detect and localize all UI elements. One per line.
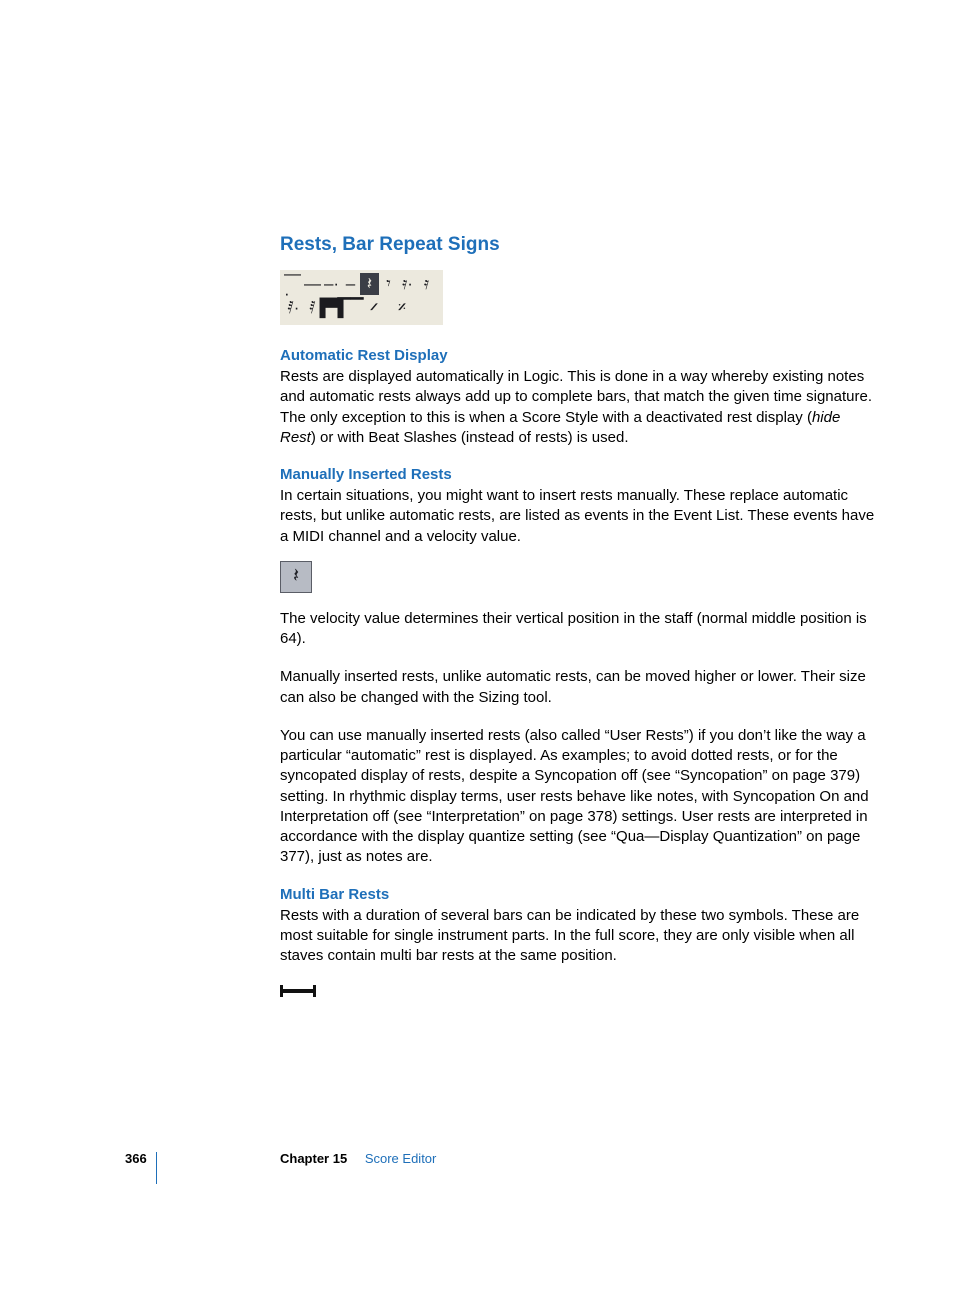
rest-palette-image: —· — –· – 𝄽 𝄾 𝄿· 𝄿 𝅀· 𝅀 ▐▀▌ ▔▔ 𝄍 𝄎 — [280, 270, 443, 325]
palette-row-2: 𝅀· 𝅀 ▐▀▌ ▔▔ 𝄍 𝄎 — [284, 297, 439, 319]
footer: 366 Chapter 15 Score Editor — [125, 1151, 875, 1166]
quarter-rest-icon: 𝄽 — [360, 273, 379, 295]
chapter-name: Score Editor — [365, 1151, 437, 1166]
half-dotted-rest-icon: –· — [322, 273, 341, 295]
sixteenth-rest-icon: 𝄿 — [417, 273, 436, 295]
whole-dotted-rest-icon: —· — [284, 273, 303, 295]
text: Rests are displayed automatically in Log… — [280, 368, 872, 426]
content-column: Rests, Bar Repeat Signs —· — –· – 𝄽 𝄾 𝄿·… — [280, 234, 875, 1016]
section-title: Rests, Bar Repeat Signs — [280, 234, 875, 256]
bar-repeat-1-icon: 𝄍 — [360, 297, 388, 319]
half-rest-icon: – — [341, 273, 360, 295]
multibar-rest-symbol-icon — [280, 984, 316, 998]
bar-repeat-2-icon: 𝄎 — [388, 297, 416, 319]
multibar-church-icon: ▔▔ — [341, 297, 360, 319]
whole-rest-icon: — — [303, 273, 322, 295]
automatic-rest-heading: Automatic Rest Display — [280, 347, 875, 364]
page-number: 366 — [125, 1151, 280, 1166]
quarter-rest-glyph: 𝄽 — [293, 565, 299, 588]
manual-rest-p4: You can use manually inserted rests (als… — [280, 726, 875, 868]
automatic-rest-paragraph: Rests are displayed automatically in Log… — [280, 367, 875, 448]
manual-rest-heading: Manually Inserted Rests — [280, 466, 875, 483]
text: ) or with Beat Slashes (instead of rests… — [311, 429, 629, 446]
chapter-label: Chapter 15 — [280, 1151, 347, 1166]
thirtysecond-dotted-rest-icon: 𝅀· — [284, 297, 303, 319]
page: Rests, Bar Repeat Signs —· — –· – 𝄽 𝄾 𝄿·… — [0, 0, 954, 1308]
eighth-rest-icon: 𝄾 — [379, 273, 398, 295]
multibar-p1: Rests with a duration of several bars ca… — [280, 906, 875, 967]
sixteenth-dotted-rest-icon: 𝄿· — [398, 273, 417, 295]
quarter-rest-button-icon: 𝄽 — [280, 561, 312, 593]
manual-rest-p2: The velocity value determines their vert… — [280, 609, 875, 650]
manual-rest-p1: In certain situations, you might want to… — [280, 486, 875, 547]
manual-rest-p3: Manually inserted rests, unlike automati… — [280, 667, 875, 708]
palette-row-1: —· — –· – 𝄽 𝄾 𝄿· 𝄿 — [284, 273, 439, 295]
multibar-heading: Multi Bar Rests — [280, 886, 875, 903]
